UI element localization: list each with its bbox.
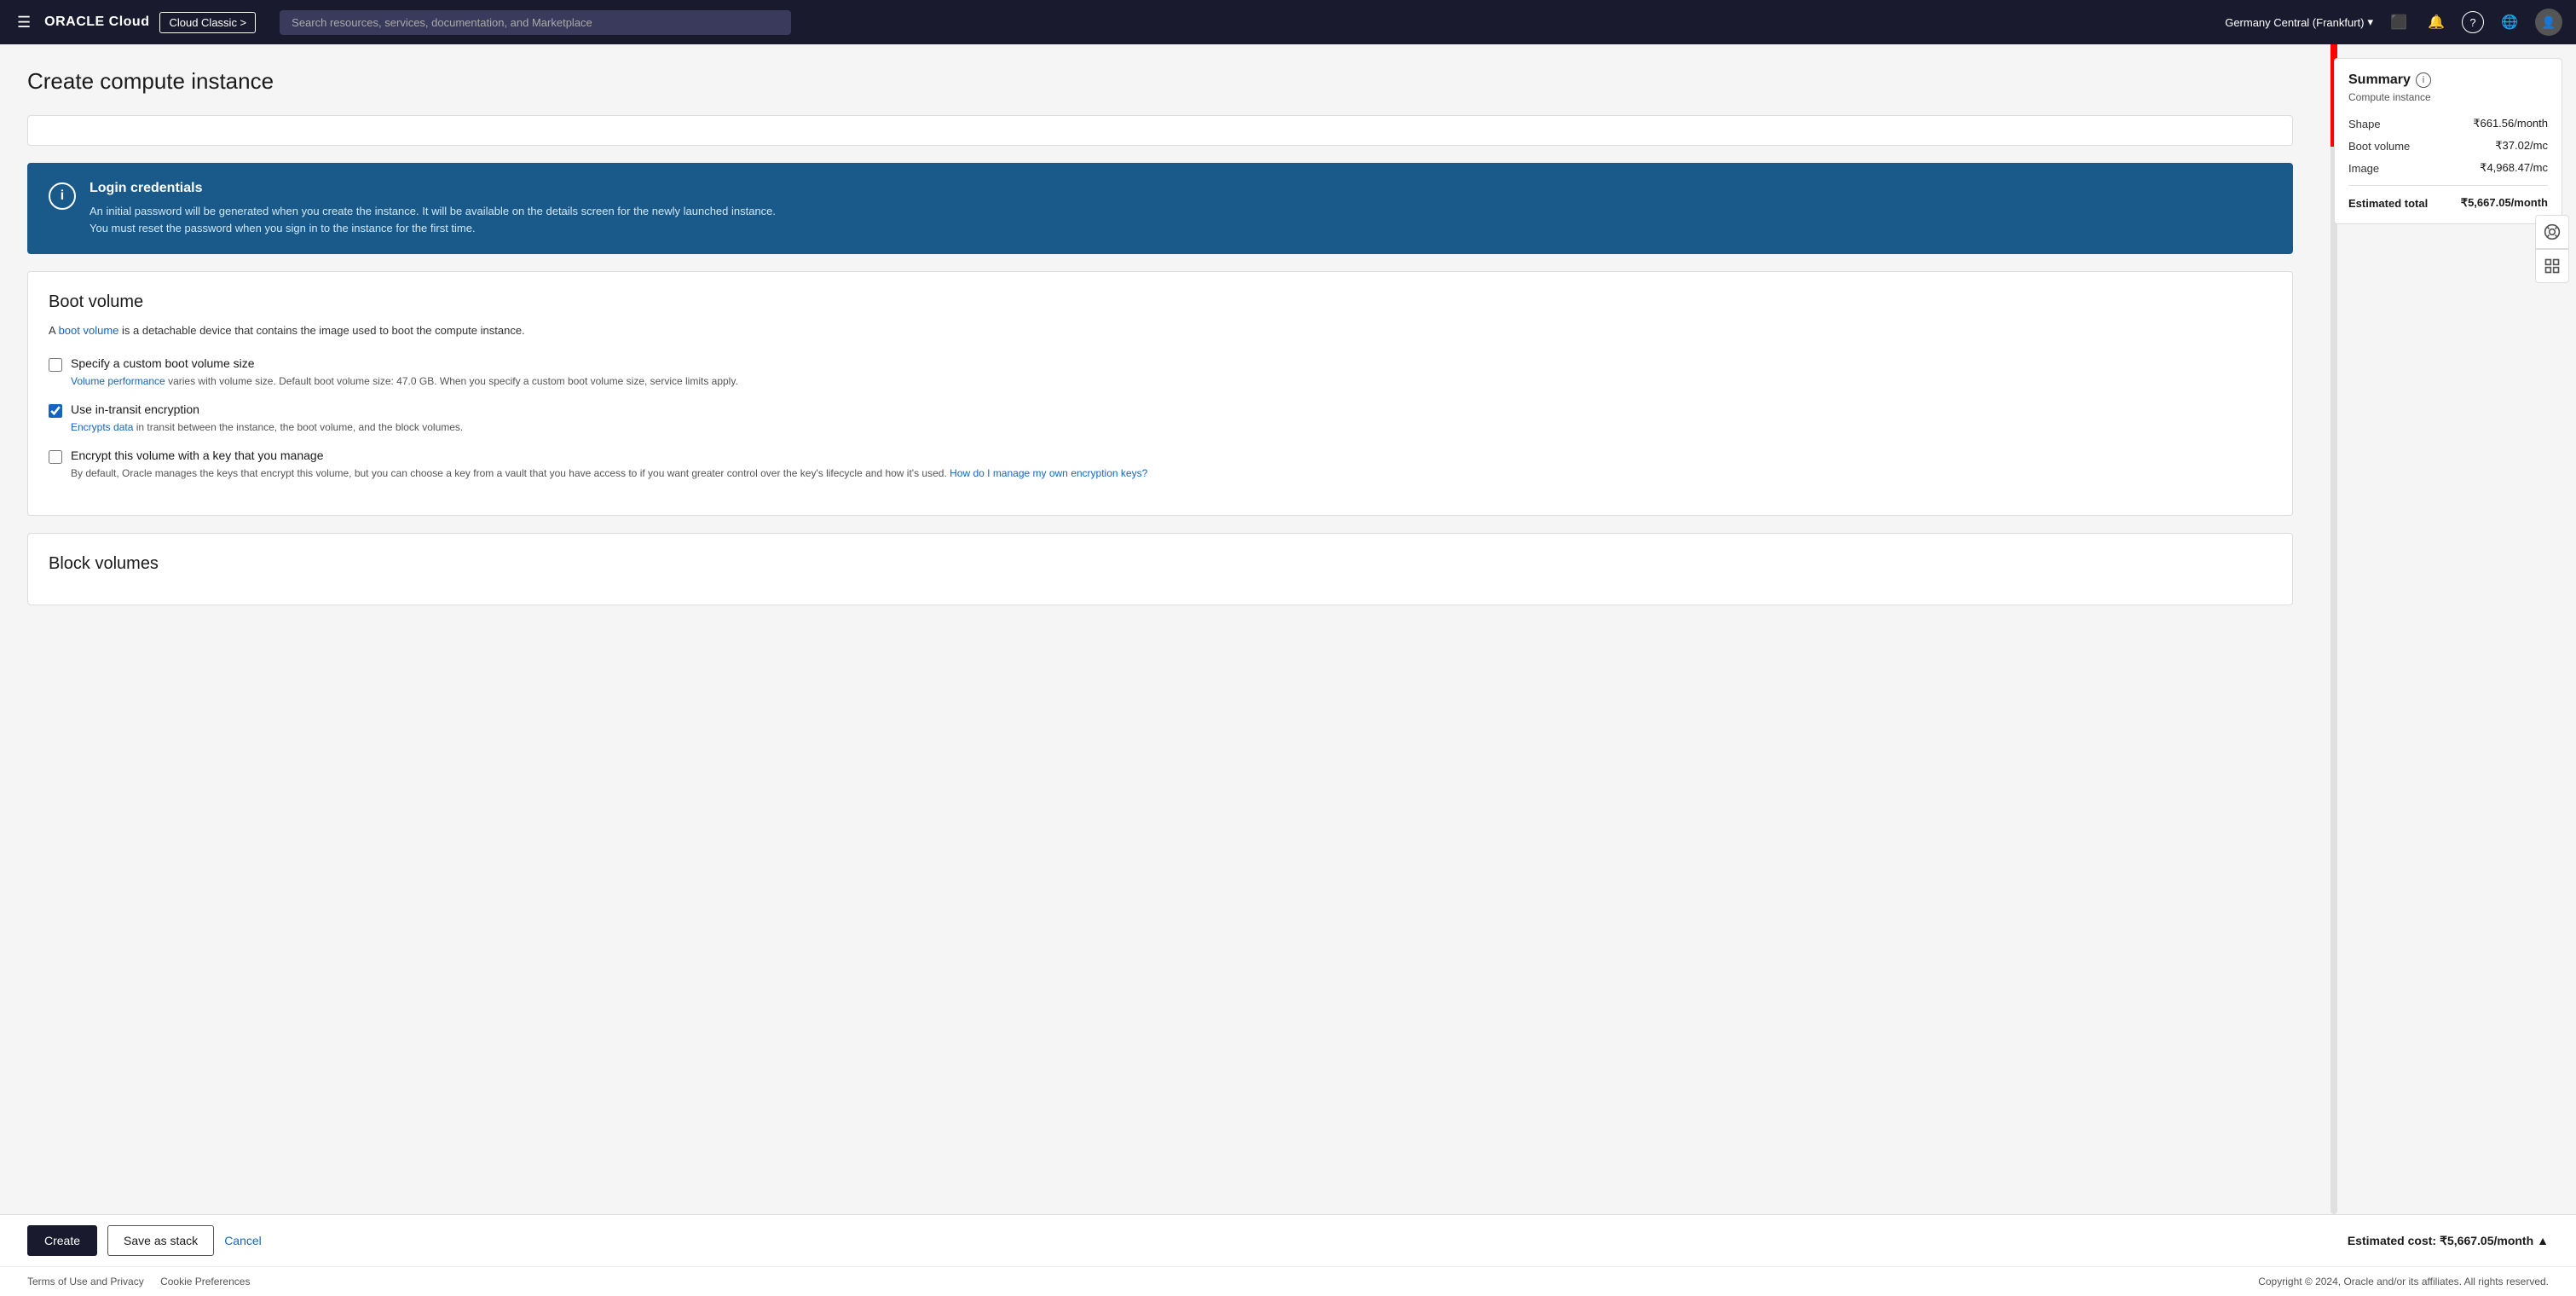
- boot-volume-link[interactable]: boot volume: [59, 324, 119, 337]
- terminal-icon[interactable]: ⬛: [2387, 10, 2411, 34]
- encrypt-key-label[interactable]: Encrypt this volume with a key that you …: [71, 448, 323, 462]
- summary-total-value: ₹5,667.05/month: [2461, 196, 2548, 210]
- cookie-preferences-link[interactable]: Cookie Preferences: [160, 1276, 250, 1287]
- bottom-action-bar: Create Save as stack Cancel Estimated co…: [0, 1214, 2576, 1266]
- page-footer: Terms of Use and Privacy Cookie Preferen…: [0, 1266, 2576, 1296]
- region-label: Germany Central (Frankfurt): [2225, 16, 2364, 29]
- avatar[interactable]: 👤: [2535, 9, 2562, 36]
- summary-boot-volume-value: ₹37.02/mc: [2495, 139, 2548, 153]
- encrypt-key-checkbox[interactable]: [49, 450, 62, 464]
- custom-boot-size-checkbox[interactable]: [49, 358, 62, 372]
- search-input[interactable]: [280, 10, 791, 35]
- help-grid-icon[interactable]: [2535, 249, 2569, 283]
- block-volumes-card: Block volumes: [27, 533, 2293, 605]
- custom-boot-size-sublabel: Volume performance varies with volume si…: [71, 373, 738, 389]
- encrypt-transit-row: Use in-transit encryption Encrypts data …: [49, 402, 2272, 435]
- summary-boot-volume-label: Boot volume: [2348, 140, 2410, 153]
- summary-image-value: ₹4,968.47/mc: [2480, 161, 2548, 175]
- page-title: Create compute instance: [27, 68, 2293, 95]
- help-lifebuoy-icon[interactable]: [2535, 215, 2569, 249]
- footer-links: Terms of Use and Privacy Cookie Preferen…: [27, 1276, 263, 1287]
- summary-image-row: Image ₹4,968.47/mc: [2348, 161, 2548, 175]
- summary-header: Summary i: [2348, 72, 2548, 88]
- summary-image-label: Image: [2348, 162, 2379, 175]
- custom-boot-size-row: Specify a custom boot volume size Volume…: [49, 356, 2272, 389]
- create-button[interactable]: Create: [27, 1225, 97, 1256]
- summary-shape-row: Shape ₹661.56/month: [2348, 117, 2548, 130]
- footer-copyright: Copyright © 2024, Oracle and/or its affi…: [2258, 1276, 2549, 1287]
- estimated-cost-label: Estimated cost:: [2348, 1234, 2436, 1247]
- manage-encryption-keys-link[interactable]: How do I manage my own encryption keys?: [950, 467, 1147, 479]
- block-volumes-title: Block volumes: [49, 554, 2272, 574]
- summary-total-row: Estimated total ₹5,667.05/month: [2348, 196, 2548, 210]
- cloud-logo-text: Cloud: [105, 14, 150, 29]
- summary-info-icon[interactable]: i: [2416, 72, 2431, 88]
- boot-volume-title: Boot volume: [49, 292, 2272, 312]
- summary-shape-value: ₹661.56/month: [2473, 117, 2548, 130]
- main-layout: Create compute instance i Login credenti…: [0, 44, 2576, 1214]
- globe-icon[interactable]: 🌐: [2498, 10, 2521, 34]
- summary-title: Summary: [2348, 72, 2411, 88]
- login-credentials-description: An initial password will be generated wh…: [90, 203, 776, 236]
- boot-volume-card: Boot volume A boot volume is a detachabl…: [27, 271, 2293, 516]
- encrypt-transit-label[interactable]: Use in-transit encryption: [71, 402, 199, 416]
- search-container: [280, 10, 791, 35]
- cost-chevron-icon[interactable]: ▲: [2537, 1234, 2549, 1247]
- help-icon[interactable]: ?: [2462, 11, 2484, 33]
- encrypts-data-link[interactable]: Encrypts data: [71, 421, 133, 433]
- region-selector[interactable]: Germany Central (Frankfurt) ▾: [2225, 15, 2373, 29]
- summary-subtitle: Compute instance: [2348, 91, 2548, 103]
- encrypt-key-label-group: Encrypt this volume with a key that you …: [71, 448, 1147, 481]
- encrypt-transit-sublabel: Encrypts data in transit between the ins…: [71, 419, 463, 435]
- encrypt-transit-checkbox[interactable]: [49, 404, 62, 418]
- estimated-cost-value: ₹5,667.05/month: [2440, 1234, 2533, 1248]
- save-as-stack-button[interactable]: Save as stack: [107, 1225, 214, 1256]
- top-section-stub: [27, 115, 2293, 146]
- cancel-button[interactable]: Cancel: [224, 1234, 262, 1247]
- hamburger-menu-icon[interactable]: ☰: [14, 10, 34, 35]
- help-widget: [2535, 215, 2569, 283]
- bell-icon[interactable]: 🔔: [2424, 10, 2448, 34]
- custom-boot-size-label[interactable]: Specify a custom boot volume size: [71, 356, 255, 370]
- summary-card: Summary i Compute instance Shape ₹661.56…: [2334, 58, 2562, 224]
- content-area: Create compute instance i Login credenti…: [0, 44, 2320, 1214]
- summary-boot-volume-row: Boot volume ₹37.02/mc: [2348, 139, 2548, 153]
- summary-total-label: Estimated total: [2348, 197, 2428, 210]
- cloud-classic-button[interactable]: Cloud Classic >: [159, 12, 256, 33]
- oracle-logo-text: ORACLE: [44, 14, 105, 29]
- nav-right-icons: Germany Central (Frankfurt) ▾ ⬛ 🔔 ? 🌐 👤: [2225, 9, 2562, 36]
- top-navigation: ☰ ORACLE Cloud Cloud Classic > Germany C…: [0, 0, 2576, 44]
- boot-volume-description: A boot volume is a detachable device tha…: [49, 322, 2272, 339]
- encrypt-transit-label-group: Use in-transit encryption Encrypts data …: [71, 402, 463, 435]
- login-credentials-title: Login credentials: [90, 181, 776, 196]
- encrypt-key-sublabel: By default, Oracle manages the keys that…: [71, 466, 1147, 481]
- terms-of-use-link[interactable]: Terms of Use and Privacy: [27, 1276, 144, 1287]
- region-chevron-icon: ▾: [2367, 15, 2373, 29]
- custom-boot-size-label-group: Specify a custom boot volume size Volume…: [71, 356, 738, 389]
- login-credentials-card: i Login credentials An initial password …: [27, 163, 2293, 254]
- summary-divider: [2348, 185, 2548, 186]
- summary-panel: Summary i Compute instance Shape ₹661.56…: [2320, 44, 2576, 1214]
- volume-performance-link[interactable]: Volume performance: [71, 375, 165, 387]
- oracle-logo: ORACLE Cloud: [44, 14, 149, 30]
- login-credentials-content: Login credentials An initial password wi…: [90, 181, 776, 236]
- encrypt-key-row: Encrypt this volume with a key that you …: [49, 448, 2272, 481]
- login-credentials-info-icon: i: [49, 182, 76, 210]
- summary-shape-label: Shape: [2348, 118, 2381, 130]
- estimated-cost-display: Estimated cost: ₹5,667.05/month ▲: [2348, 1234, 2549, 1248]
